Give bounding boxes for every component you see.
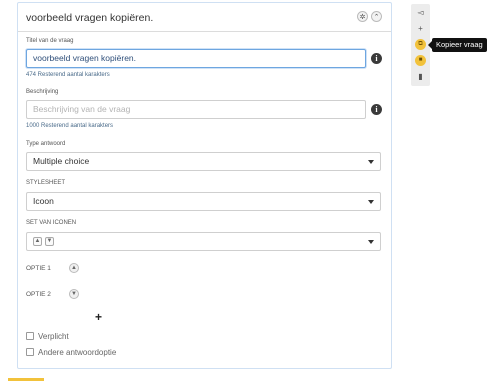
other-answer-checkbox[interactable]: Andere antwoordoptie	[26, 348, 116, 357]
chevron-down-icon	[368, 160, 374, 164]
thumbs-up-icon: ▲	[33, 237, 42, 247]
checkbox-icon[interactable]	[26, 348, 34, 356]
copy-question-tooltip: Kopieer vraag	[428, 38, 487, 52]
chevron-down-icon	[368, 240, 374, 244]
trash-icon[interactable]: ▮	[415, 71, 426, 82]
chevron-down-icon	[368, 200, 374, 204]
copy-icon[interactable]: ⧉	[415, 39, 426, 50]
type-select[interactable]: Multiple choice	[26, 152, 381, 171]
checkbox-icon[interactable]	[26, 332, 34, 340]
info-icon[interactable]: i	[371, 53, 382, 64]
settings-icon[interactable]: ✲	[357, 11, 368, 22]
lock-icon[interactable]: ■	[415, 55, 426, 66]
required-checkbox[interactable]: Verplicht	[26, 332, 69, 341]
title-remaining: 474 Resterend aantal karakters	[26, 72, 110, 78]
type-value: Multiple choice	[33, 156, 90, 166]
stylesheet-label: STYLESHEET	[26, 180, 66, 186]
required-label: Verplicht	[38, 332, 69, 341]
option-2-label: OPTIE 2	[26, 291, 51, 298]
stylesheet-select[interactable]: Icoon	[26, 192, 381, 211]
title-label: Titel van de vraag	[26, 38, 74, 44]
iconset-label: SET VAN ICONEN	[26, 220, 77, 226]
other-answer-label: Andere antwoordoptie	[38, 348, 117, 357]
title-input[interactable]: voorbeeld vragen kopiëren.	[26, 49, 366, 68]
question-header[interactable]: voorbeeld vragen kopiëren. ✲ ⌃	[18, 3, 391, 32]
question-card: voorbeeld vragen kopiëren. ✲ ⌃ Titel van…	[17, 2, 392, 369]
option-1-label: OPTIE 1	[26, 265, 51, 272]
question-header-title: voorbeeld vragen kopiëren.	[26, 12, 154, 24]
thumbs-down-icon[interactable]: ▼	[69, 289, 79, 299]
description-remaining: 1000 Resterend aantal karakters	[26, 123, 114, 129]
type-label: Type antwoord	[26, 141, 66, 147]
description-input[interactable]: Beschrijving van de vraag	[26, 100, 366, 119]
chevron-up-icon[interactable]: ⌃	[371, 11, 382, 22]
info-icon[interactable]: i	[371, 104, 382, 115]
add-option-button[interactable]: +	[95, 310, 102, 324]
description-label: Beschrijving	[26, 89, 59, 95]
add-icon[interactable]: +	[415, 23, 426, 34]
thumbs-down-icon: ▼	[45, 237, 54, 247]
iconset-select[interactable]: ▲ ▼	[26, 232, 381, 251]
thumbs-up-icon[interactable]: ▲	[69, 263, 79, 273]
megaphone-icon[interactable]: ◅	[415, 7, 426, 18]
stylesheet-value: Icoon	[33, 196, 54, 206]
